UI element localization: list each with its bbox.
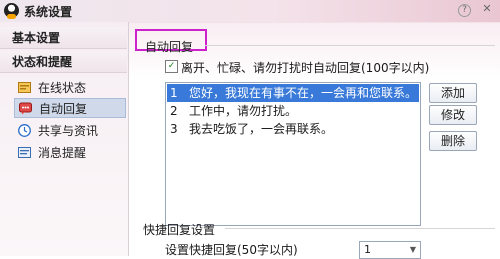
list-item-number: 1 — [170, 86, 178, 100]
section-divider — [205, 45, 495, 46]
sidebar-section-basic[interactable]: 基本设置 — [0, 27, 127, 49]
close-button[interactable]: ✕ — [480, 2, 494, 16]
list-item-text: 您好，我现在有事不在，一会再和您联系。 — [189, 86, 418, 100]
quick-reply-label: 设置快捷回复(50字以内) — [165, 243, 298, 257]
list-item[interactable]: 3 我去吃饭了，一会再联系。 — [167, 120, 419, 138]
sidebar-item-sharing[interactable]: 共享与资讯 — [14, 121, 126, 141]
sidebar-item-label: 自动回复 — [39, 102, 88, 116]
sidebar: 基本设置 状态和提醒 在线状态 自动回复 共享与资讯 消息提醒 — [0, 22, 129, 256]
sidebar-item-label: 消息提醒 — [38, 146, 87, 160]
window-title: 系统设置 — [24, 5, 73, 19]
status-icon — [18, 82, 31, 93]
list-item-number: 3 — [170, 122, 178, 136]
sidebar-item-auto-reply[interactable]: 自动回复 — [14, 98, 126, 118]
clock-icon — [18, 124, 31, 137]
auto-reply-checkbox[interactable]: ✓ — [165, 60, 178, 73]
list-item-number: 2 — [170, 104, 178, 118]
add-button[interactable]: 添加 — [429, 83, 477, 103]
title-bar: 系统设置 ? ✕ — [0, 0, 500, 23]
auto-reply-icon — [19, 102, 32, 115]
settings-panel: 自动回复 ✓ 离开、忙碌、请勿打扰时自动回复(100字以内) 1 您好，我现在有… — [129, 22, 500, 259]
sidebar-item-label: 共享与资讯 — [38, 124, 99, 138]
select-value: 1 — [364, 243, 371, 256]
quick-reply-title: 快捷回复设置 — [143, 223, 216, 237]
edit-button[interactable]: 修改 — [429, 105, 477, 125]
delete-button[interactable]: 删除 — [429, 131, 477, 151]
list-item-text: 我去吃饭了，一会再联系。 — [189, 122, 334, 136]
list-item[interactable]: 2 工作中，请勿打扰。 — [167, 102, 419, 120]
quick-reply-select[interactable]: 1 ▼ — [359, 241, 421, 259]
list-item-text: 工作中，请勿打扰。 — [189, 104, 298, 118]
auto-reply-checkbox-label[interactable]: 离开、忙碌、请勿打扰时自动回复(100字以内) — [181, 59, 429, 76]
reply-message-list[interactable]: 1 您好，我现在有事不在，一会再和您联系。 2 工作中，请勿打扰。 3 我去吃饭… — [165, 82, 421, 226]
list-item[interactable]: 1 您好，我现在有事不在，一会再和您联系。 — [167, 84, 419, 102]
section-divider — [225, 228, 495, 229]
help-button[interactable]: ? — [458, 4, 471, 17]
qq-penguin-icon — [4, 3, 19, 19]
sidebar-item-message-alert[interactable]: 消息提醒 — [14, 143, 126, 163]
sidebar-item-label: 在线状态 — [38, 81, 87, 95]
auto-reply-title: 自动回复 — [145, 40, 194, 54]
message-icon — [18, 147, 31, 158]
sidebar-section-status[interactable]: 状态和提醒 — [0, 51, 127, 73]
sidebar-item-online-status[interactable]: 在线状态 — [14, 78, 126, 98]
